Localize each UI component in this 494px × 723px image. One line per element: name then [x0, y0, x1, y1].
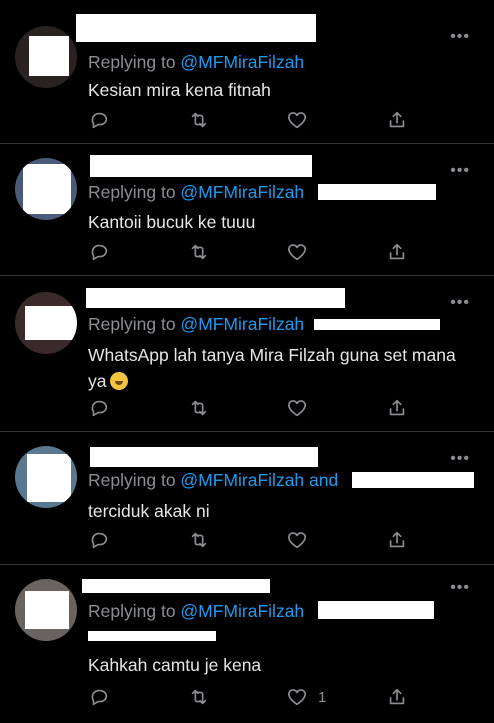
- tweet-1[interactable]: ••• Replying to @MFMiraFilzah Kesian mir…: [0, 0, 494, 143]
- retweet-button[interactable]: [188, 240, 210, 264]
- mention-link[interactable]: @MFMiraFilzah: [180, 314, 304, 334]
- replying-to: Replying to @MFMiraFilzah: [88, 314, 305, 334]
- avatar[interactable]: [15, 446, 77, 508]
- reply-button[interactable]: [88, 396, 110, 420]
- avatar[interactable]: [15, 579, 77, 641]
- share-button[interactable]: [386, 108, 408, 132]
- avatar[interactable]: [15, 158, 77, 220]
- share-button[interactable]: [386, 528, 408, 552]
- like-button[interactable]: [286, 528, 318, 552]
- tweet-actions: [88, 240, 428, 264]
- tweet-5[interactable]: ••• Replying to @MFMiraFilzah Kahkah cam…: [0, 565, 494, 723]
- avatar-redaction: [23, 164, 71, 214]
- retweet-button[interactable]: [188, 528, 210, 552]
- heart-icon: [287, 244, 307, 261]
- tweet-text: Kahkah camtu je kena: [88, 655, 262, 675]
- avatar-redaction: [29, 36, 69, 76]
- more-icon[interactable]: •••: [450, 451, 470, 467]
- share-icon: [389, 688, 405, 705]
- mention-redaction: [314, 319, 440, 330]
- heart-icon: [287, 112, 307, 129]
- mention-link[interactable]: @MFMiraFilzah: [180, 601, 304, 621]
- tweet-3[interactable]: ••• Replying to @MFMiraFilzah WhatsApp l…: [0, 276, 494, 431]
- mention-redaction: [352, 472, 474, 488]
- avatar-redaction: [25, 306, 77, 340]
- tweet-text: terciduk akak ni: [88, 501, 210, 521]
- share-icon: [389, 111, 405, 128]
- mention-redaction: [318, 184, 436, 200]
- like-button[interactable]: [286, 240, 318, 264]
- retweet-button[interactable]: [188, 685, 210, 709]
- tweet-actions: 1: [88, 685, 428, 709]
- like-button[interactable]: [286, 396, 318, 420]
- tweet-text-line: WhatsApp lah tanya Mira Filzah guna set …: [88, 345, 456, 365]
- share-icon: [389, 243, 405, 260]
- reply-icon: [91, 532, 108, 549]
- share-icon: [389, 531, 405, 548]
- reply-icon: [91, 689, 108, 706]
- reply-icon: [91, 244, 108, 261]
- mention-link[interactable]: @MFMiraFilzah: [180, 470, 304, 490]
- username-redaction: [82, 579, 270, 593]
- replying-to: Replying to @MFMiraFilzah: [88, 601, 305, 621]
- heart-icon: [287, 689, 307, 706]
- avatar-redaction: [25, 591, 69, 629]
- tweet-text: WhatsApp lah tanya Mira Filzah guna set …: [88, 342, 478, 394]
- reply-icon: [91, 112, 108, 129]
- avatar-redaction: [27, 454, 71, 502]
- tweet-actions: [88, 528, 428, 552]
- share-button[interactable]: [386, 240, 408, 264]
- tweet-4[interactable]: ••• Replying to @MFMiraFilzah and tercid…: [0, 432, 494, 564]
- retweet-button[interactable]: [188, 108, 210, 132]
- mention-redaction: [318, 601, 434, 619]
- like-button[interactable]: 1: [286, 685, 326, 709]
- mention-link[interactable]: @MFMiraFilzah: [180, 52, 304, 72]
- heart-icon: [287, 532, 307, 549]
- like-button[interactable]: [286, 108, 318, 132]
- replying-to: Replying to @MFMiraFilzah: [88, 52, 305, 72]
- tweet-actions: [88, 108, 428, 132]
- tweet-text-line: ya: [88, 368, 478, 394]
- username-redaction: [76, 14, 316, 42]
- mention-redaction: [88, 631, 216, 641]
- username-redaction: [90, 155, 312, 177]
- mention-suffix: and: [304, 470, 339, 490]
- tweet-actions: [88, 396, 428, 420]
- tweet-text: Kesian mira kena fitnah: [88, 80, 271, 100]
- reply-icon: [91, 400, 108, 417]
- retweet-icon: [191, 689, 207, 705]
- retweet-button[interactable]: [188, 396, 210, 420]
- tweet-2[interactable]: ••• Replying to @MFMiraFilzah Kantoii bu…: [0, 144, 494, 274]
- username-redaction: [86, 288, 345, 308]
- retweet-icon: [191, 532, 207, 548]
- replying-to: Replying to @MFMiraFilzah: [88, 182, 305, 202]
- avatar[interactable]: [15, 292, 77, 354]
- share-button[interactable]: [386, 685, 408, 709]
- heart-icon: [287, 400, 307, 417]
- reply-button[interactable]: [88, 240, 110, 264]
- more-icon[interactable]: •••: [450, 29, 470, 45]
- hand-over-mouth-emoji: [110, 372, 129, 390]
- share-icon: [389, 399, 405, 416]
- replying-to: Replying to @MFMiraFilzah and: [88, 470, 339, 490]
- mention-link[interactable]: @MFMiraFilzah: [180, 182, 304, 202]
- retweet-icon: [191, 400, 207, 416]
- username-redaction: [90, 447, 318, 467]
- like-count: 1: [318, 688, 327, 706]
- retweet-icon: [191, 244, 207, 260]
- more-icon[interactable]: •••: [450, 163, 470, 179]
- reply-button[interactable]: [88, 685, 110, 709]
- tweet-text: Kantoii bucuk ke tuuu: [88, 212, 256, 232]
- retweet-icon: [191, 112, 207, 128]
- more-icon[interactable]: •••: [450, 295, 470, 311]
- avatar[interactable]: [15, 26, 77, 88]
- reply-button[interactable]: [88, 108, 110, 132]
- share-button[interactable]: [386, 396, 408, 420]
- reply-button[interactable]: [88, 528, 110, 552]
- more-icon[interactable]: •••: [450, 580, 470, 596]
